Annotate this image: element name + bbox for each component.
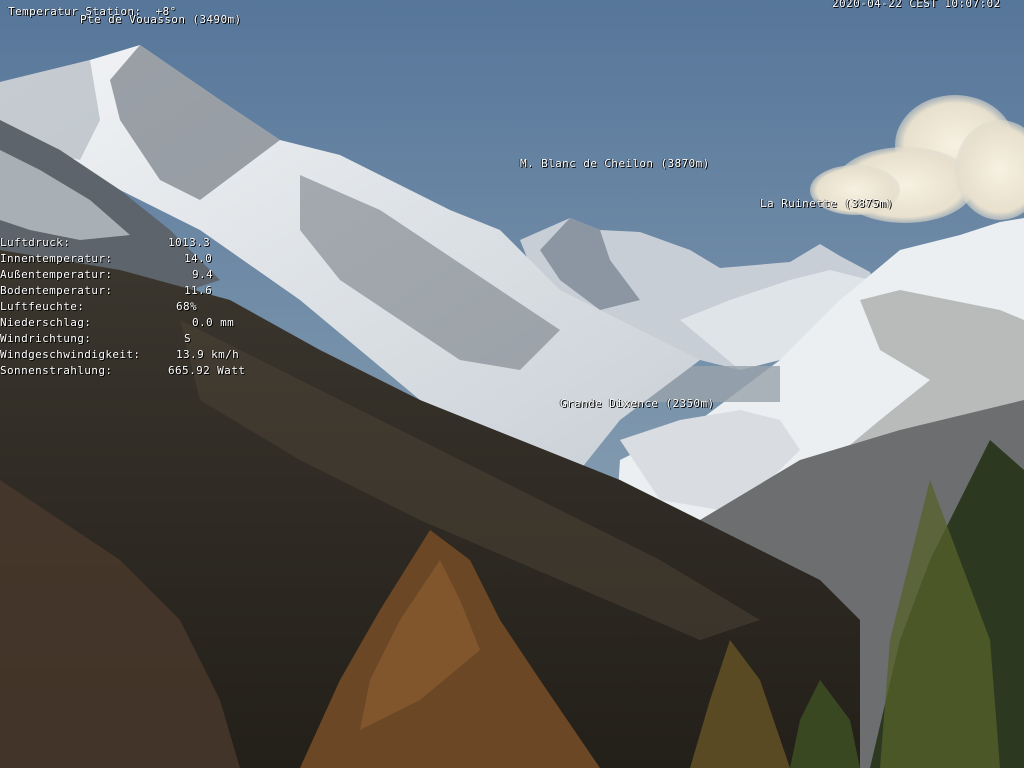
peak-label-dixence: Grande Dixence (2350m): [560, 397, 715, 410]
weather-value: 0.0 mm: [192, 316, 235, 329]
weather-value: 68%: [176, 300, 198, 313]
peak-label-cheilon: M. Blanc de Cheilon (3870m): [520, 157, 710, 170]
mountain-landscape: [0, 0, 1024, 768]
weather-label: Windgeschwindigkeit:: [0, 348, 141, 361]
weather-label: Luftfeuchte:: [0, 300, 85, 313]
weather-row-wind-speed: Windgeschwindigkeit: 13.9 km/h: [0, 347, 260, 363]
weather-label: Luftdruck:: [0, 236, 71, 249]
weather-label: Windrichtung:: [0, 332, 92, 345]
weather-readout: Luftdruck: 1013.3 Innentemperatur: 14.0 …: [0, 235, 260, 379]
weather-label: Innentemperatur:: [0, 252, 113, 265]
peak-label-vouasson: Pte de Vouasson (3490m): [80, 13, 242, 26]
weather-row-precipitation: Niederschlag: 0.0 mm: [0, 315, 260, 331]
weather-value: 11.6: [184, 284, 213, 297]
weather-row-ground-temp: Bodentemperatur: 11.6: [0, 283, 260, 299]
weather-value: S: [184, 332, 192, 345]
weather-value: 9.4: [192, 268, 214, 281]
webcam-image: [0, 0, 1024, 768]
weather-value: 1013.3: [168, 236, 211, 249]
weather-row-wind-direction: Windrichtung: S: [0, 331, 260, 347]
weather-row-outdoor-temp: Außentemperatur: 9.4: [0, 267, 260, 283]
weather-label: Bodentemperatur:: [0, 284, 113, 297]
weather-label: Außentemperatur:: [0, 268, 113, 281]
weather-row-solar-radiation: Sonnenstrahlung: 665.92 Watt: [0, 363, 260, 379]
weather-label: Niederschlag:: [0, 316, 92, 329]
weather-row-pressure: Luftdruck: 1013.3: [0, 235, 260, 251]
weather-value: 665.92 Watt: [168, 364, 246, 377]
peak-label-ruinette: La Ruinette (3875m): [760, 197, 894, 210]
weather-row-indoor-temp: Innentemperatur: 14.0: [0, 251, 260, 267]
weather-row-humidity: Luftfeuchte: 68%: [0, 299, 260, 315]
timestamp: 2020-04-22 CEST 10:07:02: [832, 0, 1001, 10]
weather-value: 13.9 km/h: [176, 348, 240, 361]
weather-value: 14.0: [184, 252, 213, 265]
weather-label: Sonnenstrahlung:: [0, 364, 113, 377]
